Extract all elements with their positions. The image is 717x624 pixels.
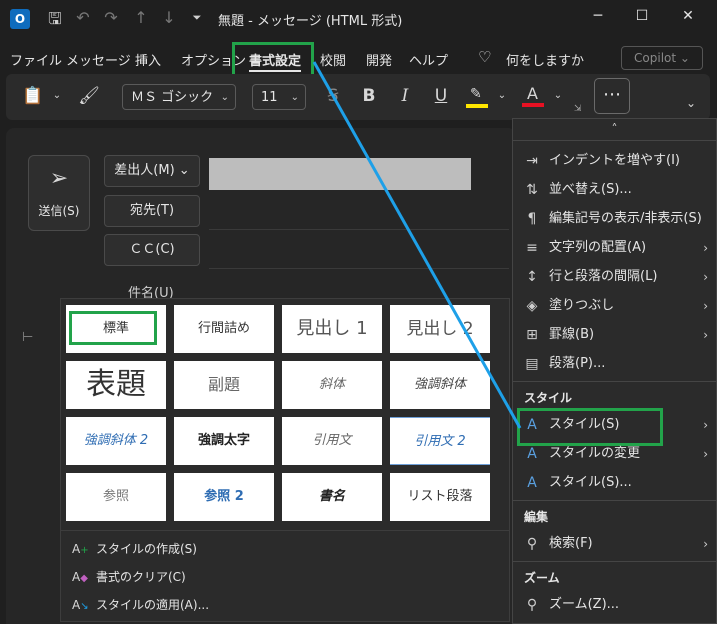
- connector-line: [312, 61, 522, 429]
- annotation-connector: [312, 61, 522, 429]
